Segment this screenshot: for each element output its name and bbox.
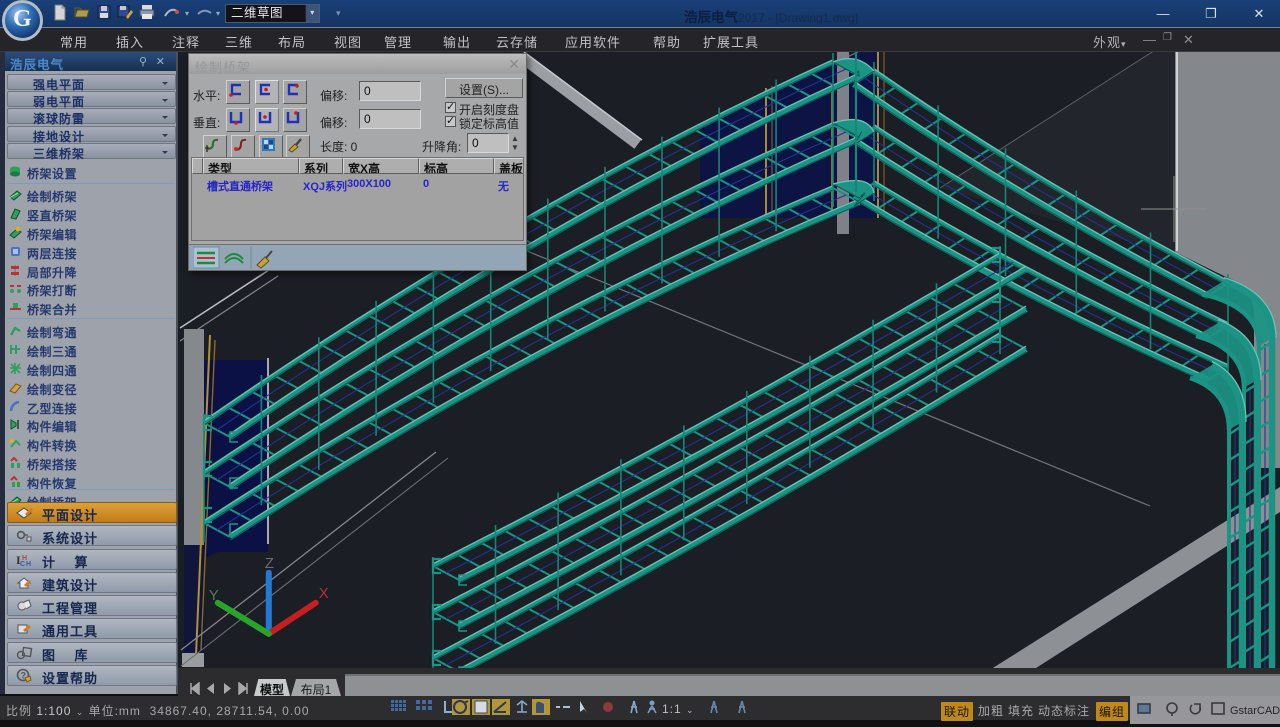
svg-text:GstarCAD: GstarCAD [1230,705,1280,717]
svg-text:Z: Z [265,555,274,572]
svg-text:X: X [319,585,329,602]
svg-text:CH: CH [20,561,32,568]
svg-text:Y: Y [209,587,219,604]
